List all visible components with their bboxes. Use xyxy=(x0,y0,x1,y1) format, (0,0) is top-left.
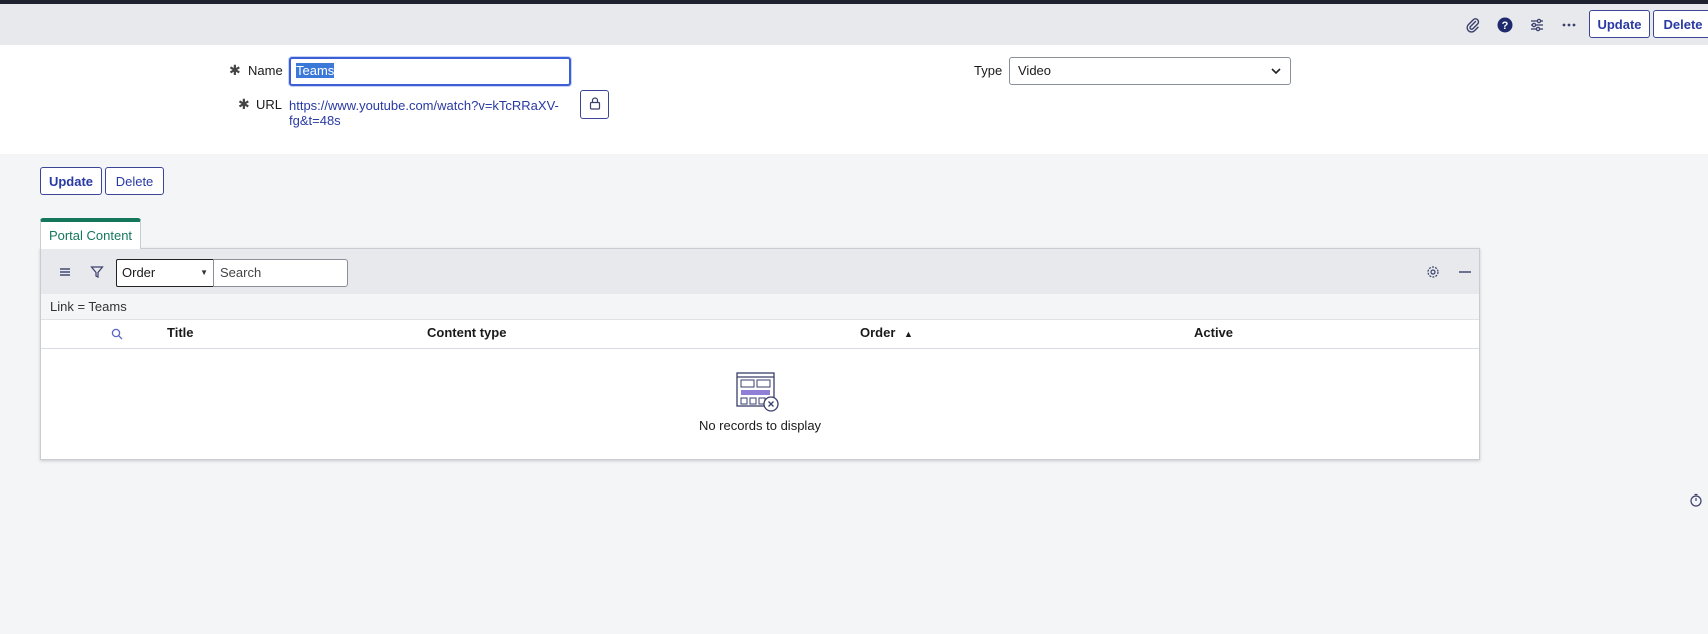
caret-down-icon: ▼ xyxy=(200,268,208,277)
chevron-down-icon xyxy=(1271,62,1281,83)
header-delete-button[interactable]: Delete xyxy=(1653,10,1708,38)
timer-icon[interactable] xyxy=(1689,493,1705,509)
type-select-value: Video xyxy=(1018,63,1052,78)
paperclip-icon[interactable] xyxy=(1462,14,1484,36)
update-button[interactable]: Update xyxy=(40,167,102,195)
search-icon[interactable] xyxy=(111,328,123,343)
search-field-select[interactable]: Order ▼ xyxy=(116,259,214,287)
required-indicator: ✱ xyxy=(238,96,250,112)
type-select[interactable]: Video xyxy=(1009,57,1291,85)
breadcrumb[interactable]: Link = Teams xyxy=(41,294,1479,320)
name-label: Name xyxy=(248,63,283,78)
column-header-active[interactable]: Active xyxy=(1194,325,1233,340)
tab-portal-content[interactable]: Portal Content xyxy=(40,218,141,249)
url-label: URL xyxy=(256,97,283,112)
form-header: ? Update Delete xyxy=(0,4,1708,45)
svg-text:?: ? xyxy=(1502,20,1509,32)
lock-icon xyxy=(589,96,601,113)
list-toolbar: Order ▼ Search xyxy=(41,249,1479,294)
sort-ascending-icon: ▲ xyxy=(904,329,913,339)
header-update-button[interactable]: Update xyxy=(1589,10,1650,38)
name-field[interactable]: Teams xyxy=(289,57,571,86)
delete-button[interactable]: Delete xyxy=(105,167,164,195)
column-header-content-type[interactable]: Content type xyxy=(427,325,506,340)
column-header-order[interactable]: Order ▲ xyxy=(860,325,913,340)
more-icon[interactable] xyxy=(1558,14,1580,36)
gear-icon[interactable] xyxy=(1422,261,1444,283)
header-divider xyxy=(41,348,1479,349)
name-field-value: Teams xyxy=(296,63,335,78)
list-menu-icon[interactable] xyxy=(54,261,76,283)
empty-message: No records to display xyxy=(698,418,822,433)
filter-icon[interactable] xyxy=(86,261,108,283)
help-icon[interactable]: ? xyxy=(1494,14,1516,36)
search-field-value: Order xyxy=(122,265,156,280)
settings-sliders-icon[interactable] xyxy=(1526,14,1548,36)
record-form: ✱ Name Teams Type Video ✱ URL https://ww… xyxy=(0,45,1708,154)
url-link[interactable]: https://www.youtube.com/watch?v=kTcRRaXV… xyxy=(289,98,559,128)
url-lock-button[interactable] xyxy=(580,90,609,119)
column-header-title[interactable]: Title xyxy=(167,325,194,340)
related-list-panel: Order ▼ Search Link = Teams Title Conten… xyxy=(40,248,1480,460)
required-indicator: ✱ xyxy=(229,62,241,78)
type-label: Type xyxy=(974,63,1003,78)
collapse-icon[interactable] xyxy=(1454,261,1476,283)
empty-records-illustration xyxy=(736,372,780,412)
column-header-order-label: Order xyxy=(860,325,896,340)
search-input[interactable]: Search xyxy=(213,259,348,287)
